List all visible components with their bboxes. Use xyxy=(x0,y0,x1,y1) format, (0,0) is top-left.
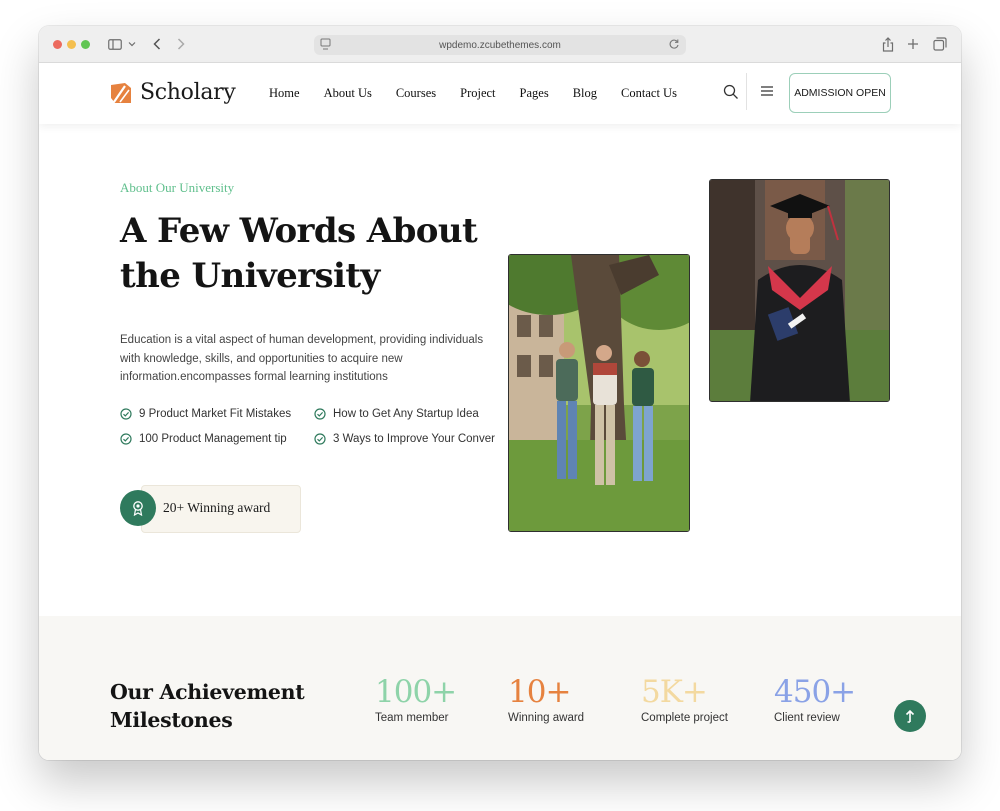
milestones-title-line-2: Milestones xyxy=(110,708,233,732)
webpage: Scholary Home About Us Courses Project P… xyxy=(39,63,961,760)
minimize-window-button[interactable] xyxy=(67,40,76,49)
arrow-up-icon xyxy=(905,709,915,723)
nav-contact-us[interactable]: Contact Us xyxy=(621,86,677,101)
admission-open-button[interactable]: ADMISSION OPEN xyxy=(789,73,891,113)
stat-label: Team member xyxy=(375,712,449,724)
reload-icon[interactable] xyxy=(668,38,680,53)
checklist-item-label: How to Get Any Startup Idea xyxy=(333,408,479,420)
address-bar[interactable]: wpdemo.zcubethemes.com xyxy=(314,35,686,55)
graduate-photo xyxy=(709,179,890,402)
students-photo xyxy=(508,254,690,532)
section-eyebrow: About Our University xyxy=(120,180,235,195)
nav-courses[interactable]: Courses xyxy=(396,86,436,101)
site-header: Scholary Home About Us Courses Project P… xyxy=(39,63,961,124)
checklist-item-label: 9 Product Market Fit Mistakes xyxy=(139,408,292,420)
nav-blog[interactable]: Blog xyxy=(573,86,597,101)
browser-titlebar: wpdemo.zcubethemes.com xyxy=(39,26,961,63)
tabs-icon[interactable] xyxy=(932,35,948,53)
checklist-item: 100 Product Management tip xyxy=(120,433,287,445)
back-icon[interactable] xyxy=(151,35,163,53)
nav-pages[interactable]: Pages xyxy=(520,86,549,101)
check-circle-icon xyxy=(120,408,132,420)
award-icon xyxy=(120,490,156,526)
stat-value: 100+ xyxy=(375,674,457,710)
stat-value: 5K+ xyxy=(641,674,708,710)
share-icon[interactable] xyxy=(881,35,895,53)
url-text: wpdemo.zcubethemes.com xyxy=(439,39,561,51)
checklist-item-label: 100 Product Management tip xyxy=(139,433,287,445)
logo-text: Scholary xyxy=(140,80,236,105)
stat-value: 10+ xyxy=(508,674,571,710)
site-logo[interactable]: Scholary xyxy=(109,80,236,105)
stat-client-review: 450+ Client review xyxy=(774,674,856,724)
check-circle-icon xyxy=(314,433,326,445)
chevron-down-icon[interactable] xyxy=(127,35,137,53)
checklist-item: How to Get Any Startup Idea xyxy=(314,408,479,420)
menu-icon[interactable] xyxy=(760,85,774,97)
scroll-to-top-button[interactable] xyxy=(894,700,926,732)
check-circle-icon xyxy=(120,433,132,445)
stat-label: Complete project xyxy=(641,712,728,724)
page-settings-icon[interactable] xyxy=(320,38,331,54)
close-window-button[interactable] xyxy=(53,40,62,49)
headline-line-1: A Few Words About xyxy=(120,211,478,251)
checklist-item-label: 3 Ways to Improve Your Conver xyxy=(333,433,495,445)
logo-mark-icon xyxy=(111,82,131,103)
sidebar-icon[interactable] xyxy=(107,35,123,53)
new-tab-icon[interactable] xyxy=(906,35,920,53)
stat-team-member: 100+ Team member xyxy=(375,674,457,724)
milestones-title: Our Achievement Milestones xyxy=(110,678,330,734)
milestones-section: Our Achievement Milestones 100+ Team mem… xyxy=(39,616,961,760)
stat-label: Client review xyxy=(774,712,840,724)
nav-home[interactable]: Home xyxy=(269,86,300,101)
about-headline: A Few Words About the University xyxy=(120,209,500,299)
checklist-item: 9 Product Market Fit Mistakes xyxy=(120,408,291,420)
stat-winning-award: 10+ Winning award xyxy=(508,674,584,724)
forward-icon[interactable] xyxy=(175,35,187,53)
checklist-item: 3 Ways to Improve Your Conver xyxy=(314,433,495,445)
nav-divider xyxy=(746,73,747,110)
check-circle-icon xyxy=(314,408,326,420)
headline-line-2: the University xyxy=(120,256,380,296)
nav-about-us[interactable]: About Us xyxy=(324,86,372,101)
about-intro: Education is a vital aspect of human dev… xyxy=(120,334,484,383)
browser-window: wpdemo.zcubethemes.com Scholary Home Abo… xyxy=(39,26,961,760)
main-menu: Home About Us Courses Project Pages Blog… xyxy=(269,86,701,101)
stat-label: Winning award xyxy=(508,712,585,724)
nav-project[interactable]: Project xyxy=(460,86,495,101)
milestones-title-line-1: Our Achievement xyxy=(110,680,305,704)
zoom-window-button[interactable] xyxy=(81,40,90,49)
stat-complete-project: 5K+ Complete project xyxy=(641,674,728,724)
search-icon[interactable] xyxy=(723,84,739,100)
award-label: 20+ Winning award xyxy=(163,500,271,515)
stat-value: 450+ xyxy=(774,674,856,710)
